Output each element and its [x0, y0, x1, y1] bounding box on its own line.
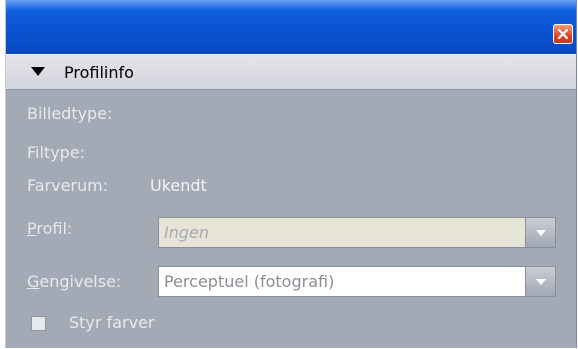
profil-dropdown[interactable]: Ingen	[158, 217, 556, 248]
profil-dropdown-value: Ingen	[164, 223, 209, 242]
chevron-down-icon	[535, 278, 546, 285]
farverum-label: Farverum:	[27, 176, 109, 195]
title-bar	[6, 0, 576, 54]
gengivelse-dropdown-value: Perceptuel (fotografi)	[164, 272, 335, 291]
close-button[interactable]	[553, 24, 573, 44]
gengivelse-label-rest: engivelse:	[39, 272, 122, 291]
profil-label-rest: rofil:	[36, 219, 73, 238]
styr-farver-checkbox[interactable]	[31, 316, 46, 331]
profil-dropdown-button[interactable]	[525, 218, 555, 247]
filtype-label: Filtype:	[27, 143, 86, 162]
profil-label-accesskey: P	[27, 219, 37, 238]
gengivelse-dropdown[interactable]: Perceptuel (fotografi)	[158, 266, 556, 297]
close-x-icon	[558, 29, 568, 39]
gengivelse-dropdown-button[interactable]	[525, 267, 555, 296]
gengivelse-label: Gengivelse:	[27, 272, 121, 291]
chevron-down-icon	[535, 229, 546, 236]
profile-info-window: Profilinfo Billedtype: Filtype: Farverum…	[5, 0, 577, 348]
farverum-value: Ukendt	[150, 176, 207, 195]
gengivelse-label-accesskey: G	[27, 272, 40, 291]
billedtype-label: Billedtype:	[27, 104, 113, 123]
triangle-down-icon	[31, 67, 45, 76]
profil-label: Profil:	[27, 219, 72, 238]
title-bar-sheen	[6, 0, 576, 10]
section-title: Profilinfo	[64, 63, 134, 82]
profilinfo-section-header[interactable]: Profilinfo	[6, 54, 576, 90]
styr-farver-label[interactable]: Styr farver	[69, 313, 154, 332]
